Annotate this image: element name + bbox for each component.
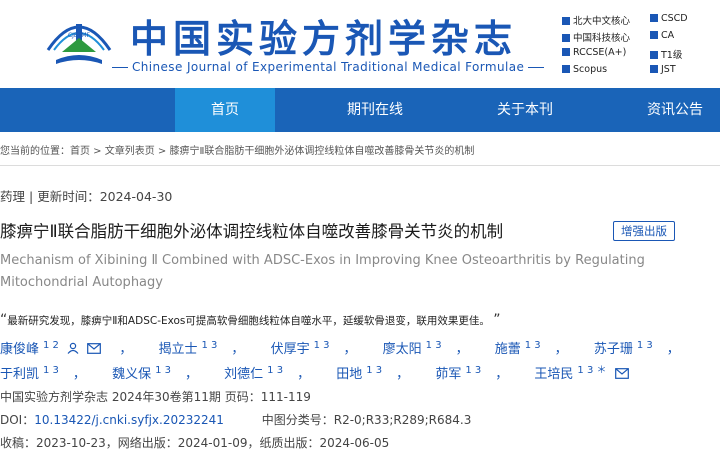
- checkbox-icon: [562, 65, 570, 73]
- author-link[interactable]: 伏厚宇 1 3: [271, 340, 330, 357]
- checkbox-icon: [562, 34, 570, 42]
- journal-title-en: Chinese Journal of Experimental Traditio…: [108, 60, 548, 74]
- logo-text: CJETMF: [68, 32, 91, 39]
- author-link[interactable]: 廖太阳 1 3: [383, 340, 442, 357]
- journal-source: 中国实验方剂学杂志 2024年30卷第11期 页码：111-119: [0, 390, 311, 404]
- author-link[interactable]: 王培民 1 3 ＊: [534, 365, 606, 382]
- enhanced-publication-badge[interactable]: 增强出版: [613, 221, 675, 241]
- updated-date: 2024-04-30: [99, 189, 173, 204]
- nav-item-about[interactable]: 关于本刊: [470, 88, 580, 132]
- badge-item: 北大中文核心: [562, 13, 630, 27]
- article-highlight: “最新研究发现，膝痹宁Ⅱ和ADSC-Exos可提高软骨细胞线粒体自噬水平，延缓软…: [0, 312, 501, 328]
- breadcrumb-list-link[interactable]: 文章列表页: [105, 146, 155, 157]
- breadcrumb: 您当前的位置：首页 > 文章列表页 > 膝痹宁Ⅱ联合脂肪干细胞外泌体调控线粒体自…: [0, 146, 475, 157]
- doi-link[interactable]: 10.13422/j.cnki.syfjx.20232241: [34, 413, 224, 427]
- site-header: CJETMF 中国实验方剂学杂志 Chinese Journal of Expe…: [0, 0, 720, 88]
- author-link[interactable]: 茆军 1 3: [435, 365, 481, 382]
- nav-item-home[interactable]: 首页: [175, 88, 275, 132]
- author-list-row1: 康俊峰 1 2 ， 揭立士 1 3， 伏厚宇 1 3， 廖太阳 1 3， 施蕾 1 3， …: [0, 339, 680, 357]
- main-nav: 首页 期刊在线 关于本刊 资讯公告: [0, 88, 720, 132]
- badge-item: 中国科技核心: [562, 30, 630, 44]
- clc-code: R2-0;R33;R289;R684.3: [333, 413, 472, 427]
- nav-item-journal-online[interactable]: 期刊在线: [320, 88, 430, 132]
- journal-logo-icon[interactable]: CJETMF: [40, 10, 118, 72]
- article-category: 药理: [0, 189, 26, 204]
- badge-item: CSCD: [650, 13, 688, 24]
- email-icon[interactable]: [87, 343, 102, 354]
- author-link[interactable]: 于利凯 1 3: [0, 365, 59, 382]
- badge-item: CA: [650, 30, 674, 41]
- author-link[interactable]: 施蕾 1 3: [495, 340, 541, 357]
- person-icon[interactable]: [67, 342, 79, 354]
- checkbox-icon: [562, 48, 570, 56]
- checkbox-icon: [650, 14, 658, 22]
- author-list-row2: 于利凯 1 3， 魏义保 1 3， 刘德仁 1 3， 田地 1 3， 茆军 1 3， 王培…: [0, 361, 629, 382]
- badge-item: T1级: [650, 47, 682, 61]
- breadcrumb-home-link[interactable]: 首页: [70, 146, 90, 157]
- author-link[interactable]: 苏子珊 1 3: [594, 340, 653, 357]
- email-icon[interactable]: [614, 368, 629, 380]
- author-link[interactable]: 刘德仁 1 3: [224, 365, 283, 382]
- badge-item: JST: [650, 64, 676, 75]
- checkbox-icon: [562, 17, 570, 25]
- doi-line: DOI：10.13422/j.cnki.syfjx.20232241 中图分类号…: [0, 413, 472, 427]
- article-meta: 药理 | 更新时间：2024-04-30: [0, 189, 173, 204]
- checkbox-icon: [650, 31, 658, 39]
- badge-item: RCCSE(A+): [562, 47, 626, 58]
- author-link[interactable]: 揭立士 1 3: [159, 340, 218, 357]
- author-link[interactable]: 康俊峰 1 2: [0, 340, 59, 357]
- article-title-en: Mechanism of Xibining Ⅱ Combined with AD…: [0, 253, 645, 290]
- divider: [0, 165, 720, 166]
- author-link[interactable]: 魏义保 1 3: [112, 365, 171, 382]
- checkbox-icon: [650, 65, 658, 73]
- journal-title-cn: 中国实验方剂学杂志: [130, 16, 518, 61]
- badge-item: Scopus: [562, 64, 607, 75]
- author-link[interactable]: 田地 1 3: [336, 365, 382, 382]
- checkbox-icon: [650, 51, 658, 59]
- publication-dates: 收稿：2023-10-23，网络出版：2024-01-09，纸质出版：2024-…: [0, 436, 390, 450]
- article-title: 膝痹宁Ⅱ联合脂肪干细胞外泌体调控线粒体自噬改善膝骨关节炎的机制: [0, 222, 504, 241]
- breadcrumb-current: 膝痹宁Ⅱ联合脂肪干细胞外泌体调控线粒体自噬改善膝骨关节炎的机制: [169, 146, 475, 157]
- nav-item-news[interactable]: 资讯公告: [620, 88, 720, 132]
